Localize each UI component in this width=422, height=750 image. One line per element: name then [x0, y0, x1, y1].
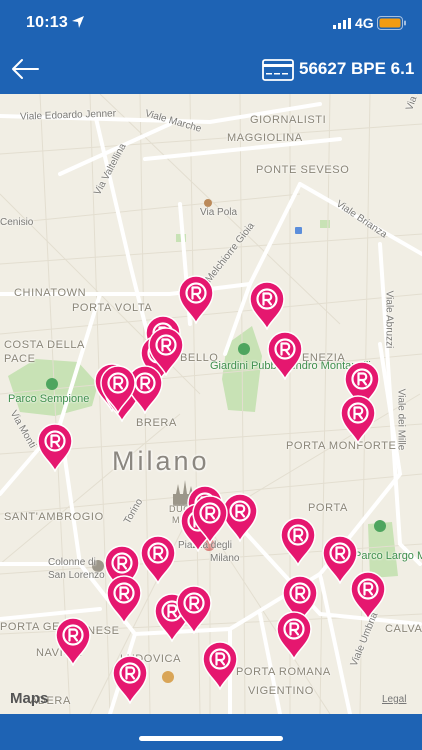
legal-link[interactable]: Legal — [382, 694, 406, 705]
scooter-station-pin-icon[interactable] — [349, 570, 387, 620]
district-label: PACE — [4, 353, 36, 365]
scooter-station-pin-icon[interactable] — [175, 584, 213, 634]
apple-maps-logo: Maps — [10, 690, 49, 707]
district-label: BRERA — [136, 417, 177, 429]
district-label: CALVA — [385, 623, 422, 635]
card-number[interactable]: 56627 BPE 6.1 — [299, 59, 414, 79]
back-arrow-icon[interactable] — [10, 56, 40, 82]
place-label: San Lorenzo — [48, 570, 105, 581]
district-label: SANT'AMBROGIO — [4, 511, 104, 523]
scooter-station-pin-icon[interactable] — [36, 422, 74, 472]
district-label: COSTA DELLA — [4, 339, 85, 351]
scooter-station-pin-icon[interactable] — [99, 364, 137, 414]
scooter-station-pin-icon[interactable] — [266, 330, 304, 380]
street-label: Cenisio — [0, 217, 34, 228]
district-label: PORTA ROMANA — [236, 666, 331, 678]
scooter-station-pin-icon[interactable] — [177, 274, 215, 324]
scooter-station-pin-icon[interactable] — [111, 654, 149, 704]
bottom-bar — [0, 714, 422, 750]
status-bar: 10:13 4G — [0, 0, 422, 44]
scooter-station-pin-icon[interactable] — [201, 640, 239, 690]
credit-card-icon[interactable] — [262, 59, 294, 81]
park-label: Parco Largo Marinai d'Italia — [354, 550, 422, 562]
district-label: PORTA — [308, 502, 348, 514]
scooter-station-pin-icon[interactable] — [275, 610, 313, 660]
city-label: Milano — [112, 446, 210, 476]
street-label: Via Pola — [200, 207, 238, 218]
place-label: Milano — [210, 553, 240, 564]
map-view[interactable]: GIORNALISTI MAGGIOLINA PONTE SEVESO CHIN… — [0, 94, 422, 714]
location-arrow-icon — [72, 16, 84, 28]
network-type: 4G — [355, 15, 374, 31]
home-indicator[interactable] — [139, 736, 283, 741]
nav-bar: 56627 BPE 6.1 — [0, 44, 422, 94]
district-label: PORTA VOLTA — [72, 302, 153, 314]
status-time: 10:13 — [26, 14, 68, 31]
park-label: Parco Sempione — [8, 393, 90, 405]
scooter-station-pin-icon[interactable] — [139, 534, 177, 584]
scooter-station-pin-icon[interactable] — [339, 394, 377, 444]
battery-icon — [377, 16, 406, 30]
district-label: CHINATOWN — [14, 287, 87, 299]
scooter-station-pin-icon[interactable] — [105, 574, 143, 624]
scooter-station-pin-icon[interactable] — [248, 280, 286, 330]
district-label: PONTE SEVESO — [256, 164, 350, 176]
street-label: Viale dei Mille — [395, 388, 407, 451]
street-label: Viale Abruzzi — [383, 290, 395, 349]
park-label: Giardini Pubblici Indro Montanelli — [210, 360, 371, 372]
district-label: GIORNALISTI — [250, 114, 327, 126]
signal-bars-icon — [333, 18, 351, 29]
place-label: Colonne di — [48, 557, 96, 568]
scooter-station-pin-icon[interactable] — [279, 516, 317, 566]
scooter-station-pin-icon[interactable] — [191, 494, 229, 544]
district-label: VIGENTINO — [248, 685, 314, 697]
district-label: MAGGIOLINA — [227, 132, 303, 144]
scooter-station-pin-icon[interactable] — [54, 616, 92, 666]
